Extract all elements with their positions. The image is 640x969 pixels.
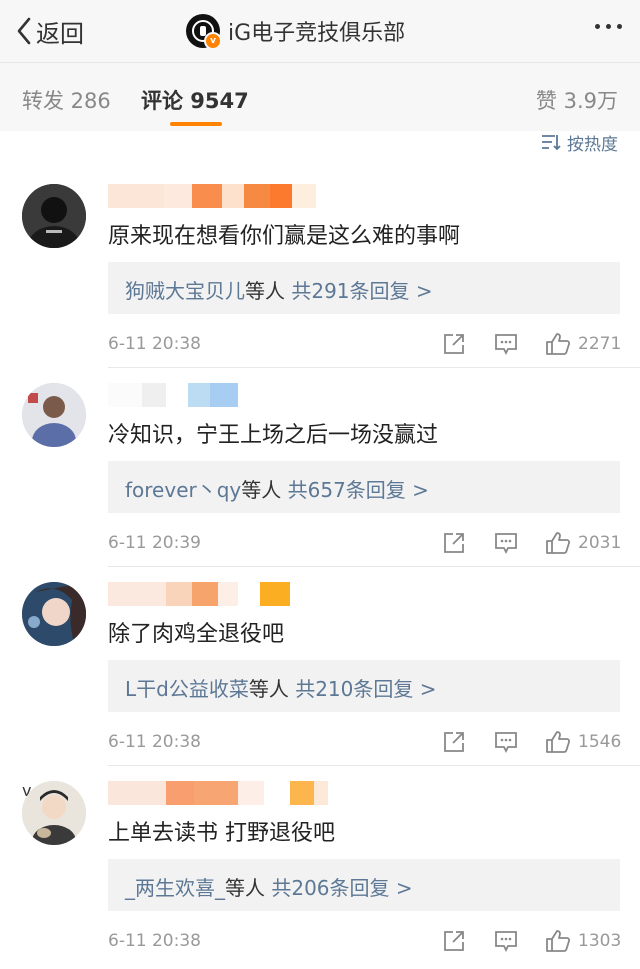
- comment-item: 除了肉鸡全退役吧 L干d公益收菜等人 共210条回复 > 6-11 20:38 …: [0, 568, 640, 768]
- verified-badge: v: [204, 32, 222, 50]
- reply-icon[interactable]: [492, 529, 520, 557]
- avatar[interactable]: [22, 383, 86, 447]
- like-icon[interactable]: [544, 330, 572, 358]
- sort-label: 按热度: [567, 134, 618, 155]
- more-icon[interactable]: [595, 24, 622, 29]
- reply-icon[interactable]: [492, 927, 520, 955]
- share-icon[interactable]: [440, 330, 468, 358]
- like-count: 1546: [578, 732, 622, 752]
- sort-button[interactable]: 按热度: [541, 131, 618, 155]
- active-tab-indicator: [170, 122, 222, 126]
- username-obscured: [108, 582, 290, 606]
- reply-link[interactable]: L干d公益收菜等人 共210条回复 >: [125, 673, 437, 702]
- back-label: 返回: [36, 19, 84, 48]
- reply-summary[interactable]: forever丶qy等人 共657条回复 >: [108, 461, 620, 513]
- tab-like[interactable]: 赞 3.9万: [536, 85, 618, 115]
- page-title-group: v iG电子竞技俱乐部: [186, 12, 405, 50]
- comment-item: 冷知识，宁王上场之后一场没赢过 forever丶qy等人 共657条回复 > 6…: [0, 369, 640, 569]
- divider: [108, 367, 640, 368]
- reply-summary[interactable]: L干d公益收菜等人 共210条回复 >: [108, 660, 620, 712]
- reply-icon[interactable]: [492, 330, 520, 358]
- share-icon[interactable]: [440, 728, 468, 756]
- reply-link[interactable]: forever丶qy等人 共657条回复 >: [125, 474, 429, 503]
- avatar[interactable]: [22, 184, 86, 248]
- tab-bar: 转发 286 评论 9547 赞 3.9万: [0, 63, 640, 131]
- avatar[interactable]: [22, 582, 86, 646]
- back-button[interactable]: 返回: [16, 14, 84, 48]
- share-icon[interactable]: [440, 927, 468, 955]
- page-title: iG电子竞技俱乐部: [228, 21, 406, 46]
- divider: [108, 765, 640, 766]
- top-bar: 返回 v iG电子竞技俱乐部: [0, 0, 640, 63]
- share-icon[interactable]: [440, 529, 468, 557]
- like-icon[interactable]: [544, 728, 572, 756]
- like-icon[interactable]: [544, 529, 572, 557]
- sort-icon: [542, 135, 561, 151]
- reply-link[interactable]: 狗贼大宝贝儿等人 共291条回复 >: [125, 275, 433, 304]
- back-chevron-icon: [17, 17, 31, 45]
- comment-time: 6-11 20:39: [108, 533, 201, 553]
- username-obscured: [108, 781, 328, 805]
- comment-time: 6-11 20:38: [108, 931, 201, 951]
- tab-comment[interactable]: 评论 9547: [141, 85, 249, 115]
- comment-text: 冷知识，宁王上场之后一场没赢过: [108, 423, 439, 448]
- comment-time: 6-11 20:38: [108, 732, 201, 752]
- comment-text: 原来现在想看你们赢是这么难的事啊: [108, 224, 461, 249]
- comment-text: 除了肉鸡全退役吧: [108, 622, 285, 647]
- team-logo-icon: v: [186, 14, 222, 50]
- comment-item: v 上单去读书 打野退役吧 _两生欢喜_等人 共206条回复 > 6-11 20…: [0, 767, 640, 967]
- reply-link[interactable]: _两生欢喜_等人 共206条回复 >: [125, 872, 413, 901]
- like-count: 1303: [578, 931, 622, 951]
- reply-summary[interactable]: 狗贼大宝贝儿等人 共291条回复 >: [108, 262, 620, 314]
- avatar[interactable]: v: [22, 781, 90, 849]
- like-count: 2031: [578, 533, 622, 553]
- comment-text: 上单去读书 打野退役吧: [108, 821, 335, 846]
- reply-icon[interactable]: [492, 728, 520, 756]
- comment-time: 6-11 20:38: [108, 334, 201, 354]
- username-obscured: [108, 184, 316, 208]
- like-icon[interactable]: [544, 927, 572, 955]
- username-obscured: [108, 383, 238, 407]
- reply-summary[interactable]: _两生欢喜_等人 共206条回复 >: [108, 859, 620, 911]
- comment-item: 原来现在想看你们赢是这么难的事啊 狗贼大宝贝儿等人 共291条回复 > 6-11…: [0, 170, 640, 370]
- tab-repost[interactable]: 转发 286: [22, 85, 111, 115]
- like-count: 2271: [578, 334, 622, 354]
- divider: [108, 566, 640, 567]
